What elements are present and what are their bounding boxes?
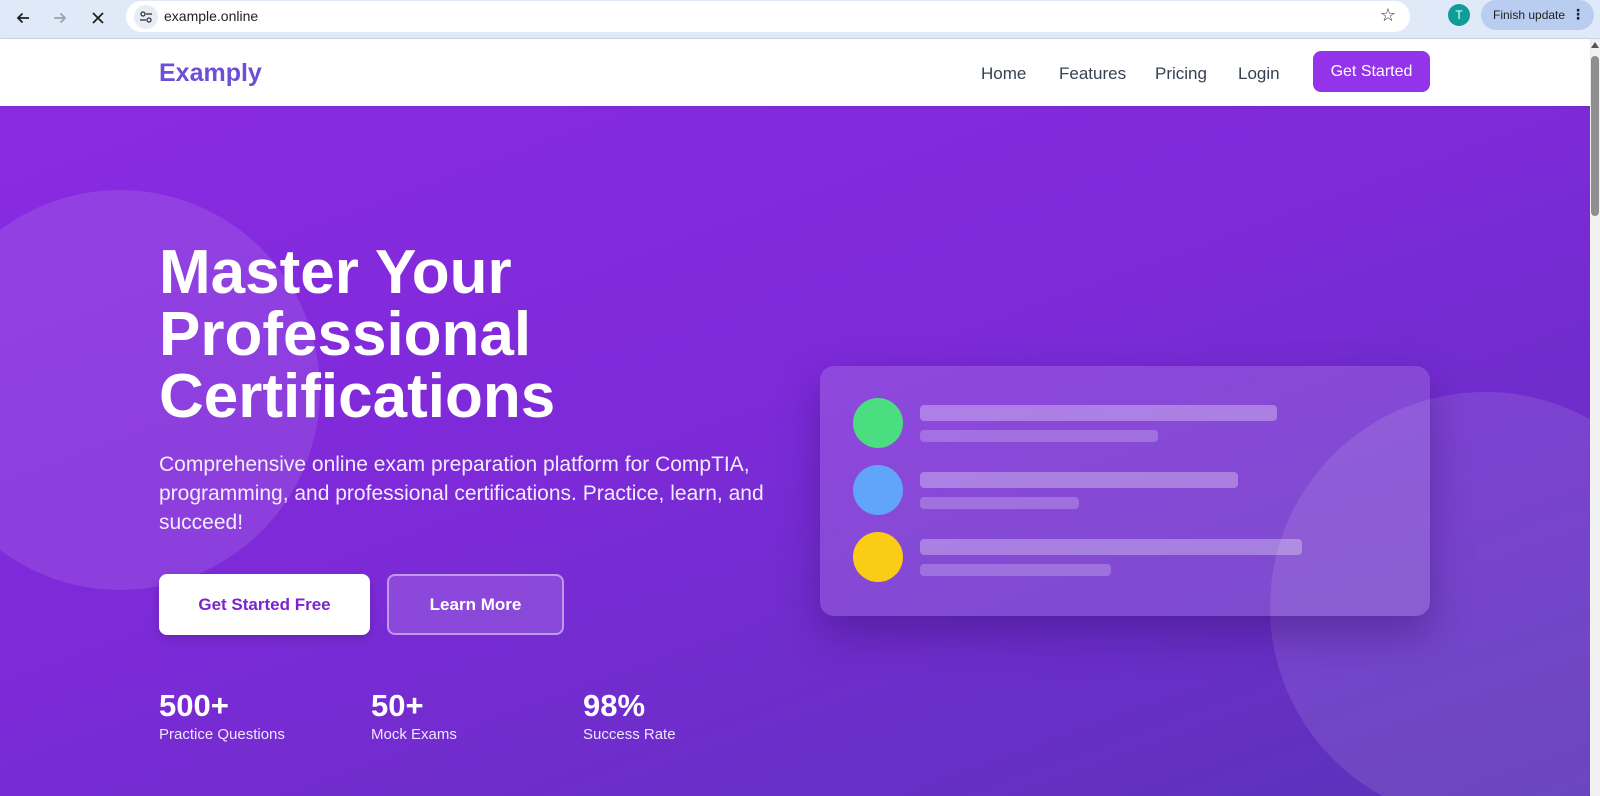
hero-title-line: Professional [159, 300, 532, 369]
scroll-up-arrow-icon[interactable] [1591, 42, 1599, 48]
stat-label: Success Rate [583, 726, 676, 743]
preview-row [853, 532, 1393, 584]
site-header: Examply Home Features Pricing Login Get … [0, 39, 1590, 106]
finish-update-button[interactable]: Finish update ⋮ [1481, 0, 1594, 30]
placeholder-bar [920, 405, 1277, 421]
finish-update-label: Finish update [1493, 8, 1566, 22]
nav-features[interactable]: Features [1059, 64, 1126, 84]
dashboard-preview-card [820, 366, 1430, 616]
placeholder-bar [920, 539, 1302, 555]
stat-label: Mock Exams [371, 726, 457, 743]
brand-logo[interactable]: Examply [159, 59, 262, 88]
placeholder-bar [920, 430, 1158, 442]
status-dot [853, 465, 903, 515]
hero-title: Master Your Professional Certifications [159, 242, 759, 428]
scroll-thumb[interactable] [1591, 56, 1599, 216]
stat-label: Practice Questions [159, 726, 285, 743]
stat-value: 98% [583, 688, 646, 723]
preview-row [853, 465, 1393, 517]
browser-toolbar: example.online ☆ T Finish update ⋮ [0, 0, 1600, 39]
close-icon[interactable] [84, 4, 112, 32]
nav-pricing[interactable]: Pricing [1155, 64, 1207, 84]
get-started-button[interactable]: Get Started [1313, 51, 1430, 92]
nav-login[interactable]: Login [1238, 64, 1280, 84]
page-scrollbar[interactable] [1590, 39, 1600, 796]
stat-value: 50+ [371, 688, 424, 723]
profile-avatar[interactable]: T [1448, 4, 1470, 26]
learn-more-button[interactable]: Learn More [387, 574, 564, 635]
more-vert-icon: ⋮ [1571, 6, 1585, 22]
hero-title-line: Master Your [159, 238, 512, 307]
hero-section: Master Your Professional Certifications … [0, 106, 1590, 796]
status-dot [853, 398, 903, 448]
stat-value: 500+ [159, 688, 229, 723]
hero-title-line: Certifications [159, 362, 556, 431]
get-started-free-button[interactable]: Get Started Free [159, 574, 370, 635]
preview-row [853, 398, 1393, 450]
stat-success-rate: 98% Success Rate [583, 688, 676, 743]
status-dot [853, 532, 903, 582]
hero-description: Comprehensive online exam preparation pl… [159, 453, 764, 534]
nav-home[interactable]: Home [981, 64, 1026, 84]
star-icon[interactable]: ☆ [1380, 5, 1396, 26]
stat-practice-questions: 500+ Practice Questions [159, 688, 285, 743]
site-info-icon[interactable] [134, 5, 158, 29]
forward-arrow-icon[interactable] [46, 4, 74, 32]
stat-mock-exams: 50+ Mock Exams [371, 688, 457, 743]
placeholder-bar [920, 564, 1111, 576]
address-bar[interactable]: example.online ☆ [126, 1, 1410, 32]
placeholder-bar [920, 472, 1238, 488]
back-arrow-icon[interactable] [9, 4, 37, 32]
url-text[interactable]: example.online [164, 8, 258, 24]
placeholder-bar [920, 497, 1079, 509]
